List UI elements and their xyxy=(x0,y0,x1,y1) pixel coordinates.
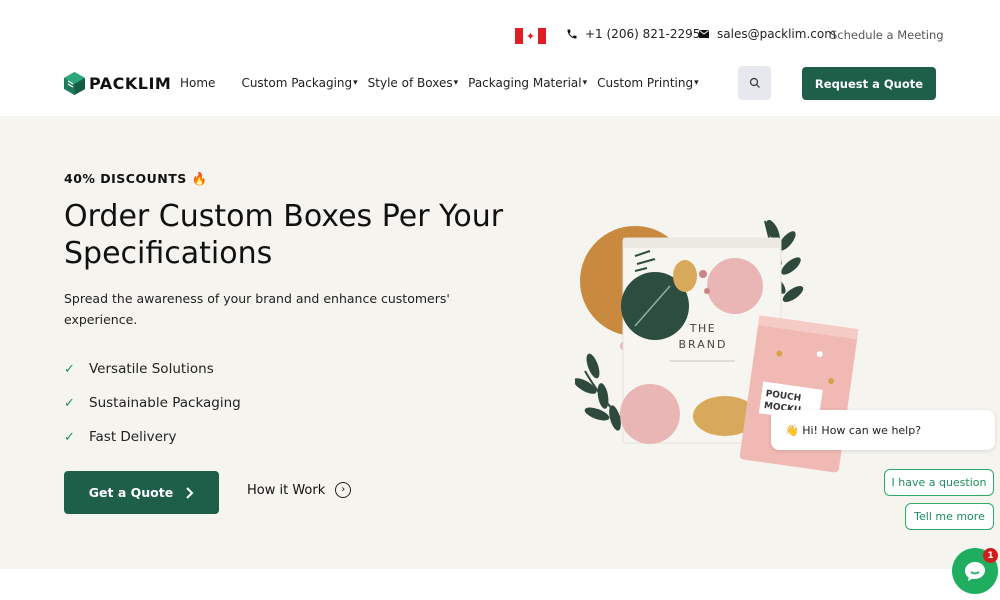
how-it-works-link[interactable]: How it Work › xyxy=(247,482,352,498)
check-icon: ✓ xyxy=(64,429,75,445)
unread-count-badge: 1 xyxy=(983,548,998,563)
schedule-meeting-link[interactable]: Schedule a Meeting xyxy=(830,28,944,42)
get-quote-button[interactable]: Get a Quote xyxy=(64,471,219,514)
caret-down-icon: ▾ xyxy=(453,78,459,88)
search-button[interactable] xyxy=(738,66,771,100)
nav-label: Custom Packaging xyxy=(241,76,353,90)
hero-title: Order Custom Boxes Per Your Specificatio… xyxy=(64,199,504,271)
main-nav: Home Custom Packaging ▾ Style of Boxes ▾… xyxy=(180,76,699,90)
logo-text: PACKLIM xyxy=(89,74,172,93)
phone-number: +1 (206) 821-2295 xyxy=(585,27,701,41)
chevron-right-icon xyxy=(186,486,194,499)
canada-flag-icon[interactable]: ✦ xyxy=(515,28,546,44)
chat-greeting-text: 👋 Hi! How can we help? xyxy=(785,423,922,437)
caret-down-icon: ▾ xyxy=(353,78,358,88)
get-quote-label: Get a Quote xyxy=(88,485,174,500)
email-link[interactable]: sales@packlim.com xyxy=(698,27,836,41)
logo-icon xyxy=(64,72,85,95)
nav-label: Home xyxy=(180,76,216,90)
phone-icon xyxy=(567,29,577,39)
feature-label: Sustainable Packaging xyxy=(89,395,241,411)
mail-icon xyxy=(699,30,709,38)
phone-link[interactable]: +1 (206) 821-2295 xyxy=(566,27,700,41)
nav-label: Style of Boxes xyxy=(367,76,453,90)
header: ✦ +1 (206) 821-2295 sales@packlim.com Sc… xyxy=(0,0,1000,116)
caret-down-icon: ▾ xyxy=(582,78,588,88)
logo[interactable]: PACKLIM xyxy=(64,72,171,95)
chat-greeting-bubble[interactable]: 👋 Hi! How can we help? xyxy=(771,410,995,450)
feature-list: ✓ Versatile Solutions ✓ Sustainable Pack… xyxy=(64,352,241,454)
nav-label: Packaging Material xyxy=(468,76,582,90)
how-it-works-label: How it Work xyxy=(247,482,326,498)
feature-label: Fast Delivery xyxy=(89,429,177,445)
hero-subtitle: Spread the awareness of your brand and e… xyxy=(64,291,450,327)
pouch-brand-label: BRAND xyxy=(679,338,728,351)
hero-section: 40% DISCOUNTS 🔥 Order Custom Boxes Per Y… xyxy=(0,116,1000,569)
search-icon xyxy=(749,77,760,88)
nav-packaging-material[interactable]: Packaging Material ▾ xyxy=(468,76,587,90)
caret-down-icon: ▾ xyxy=(694,78,699,88)
chat-option-question[interactable]: I have a question xyxy=(884,469,994,496)
request-quote-button[interactable]: Request a Quote xyxy=(802,67,936,100)
feature-item: ✓ Versatile Solutions xyxy=(64,352,241,386)
chat-option-tell-more[interactable]: Tell me more xyxy=(905,503,994,530)
email-address: sales@packlim.com xyxy=(717,27,836,41)
check-icon: ✓ xyxy=(64,361,75,377)
pouch-brand-label: THE xyxy=(689,322,716,335)
feature-label: Versatile Solutions xyxy=(89,361,214,377)
check-icon: ✓ xyxy=(64,395,75,411)
feature-item: ✓ Sustainable Packaging xyxy=(64,386,241,420)
chat-icon xyxy=(965,562,985,581)
nav-style-of-boxes[interactable]: Style of Boxes ▾ xyxy=(368,76,458,90)
nav-custom-printing[interactable]: Custom Printing ▾ xyxy=(597,76,698,90)
arrow-right-circle-icon: › xyxy=(335,482,352,498)
nav-label: Custom Printing xyxy=(597,76,694,90)
nav-custom-packaging[interactable]: Custom Packaging ▾ xyxy=(241,76,357,90)
discount-badge: 40% DISCOUNTS 🔥 xyxy=(64,171,208,186)
nav-home[interactable]: Home xyxy=(180,76,215,90)
feature-item: ✓ Fast Delivery xyxy=(64,420,241,454)
